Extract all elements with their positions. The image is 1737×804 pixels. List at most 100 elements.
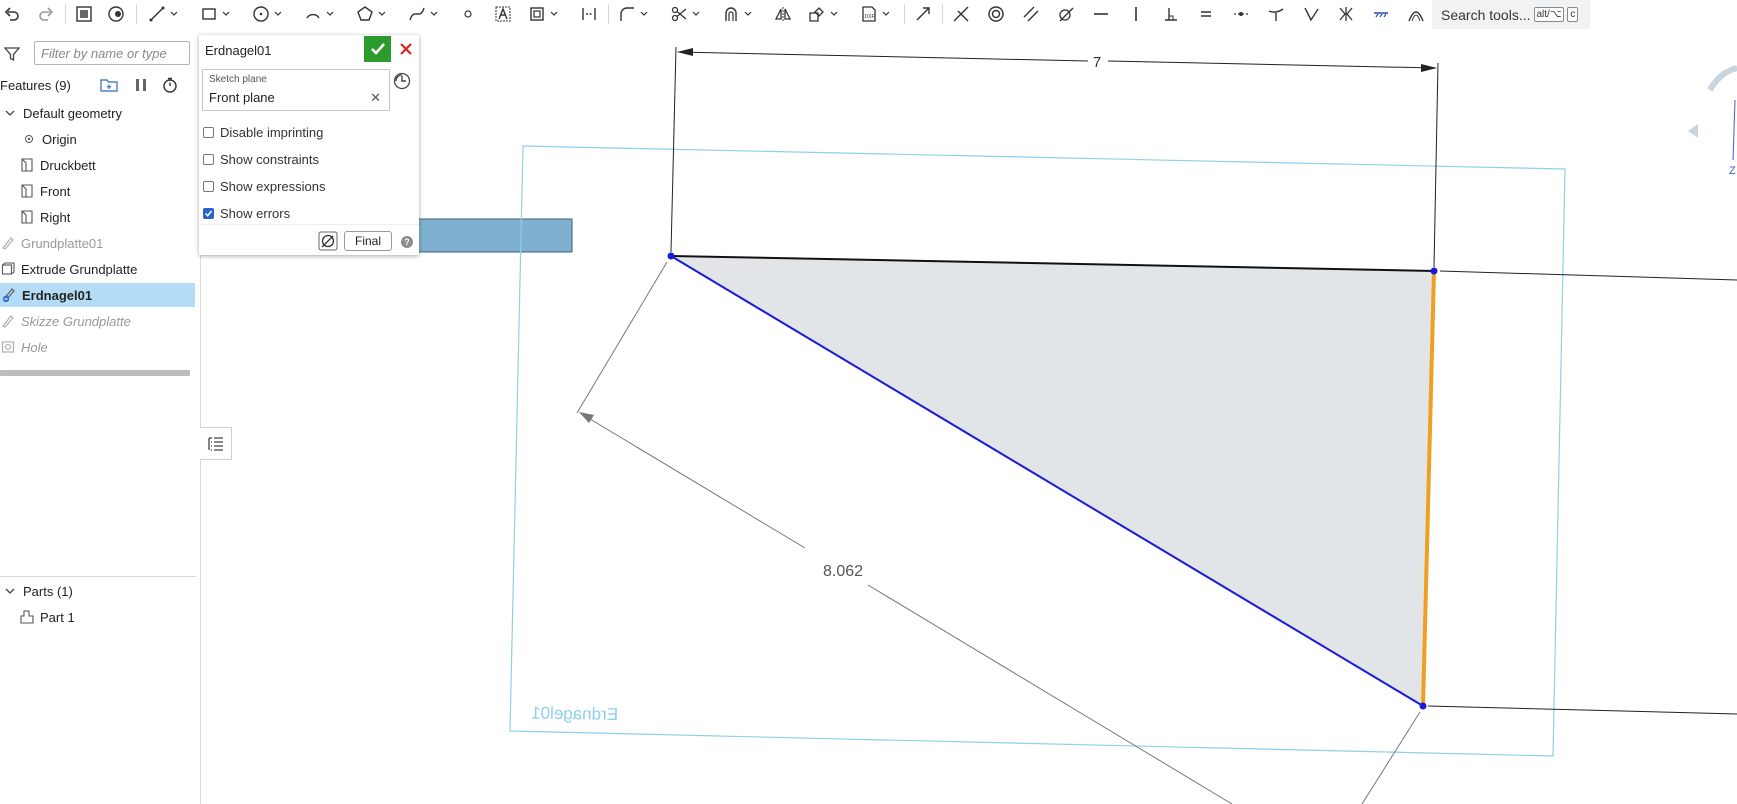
pause-icon[interactable] <box>134 78 148 92</box>
arc-tool-icon[interactable] <box>302 3 334 25</box>
trim-tool-icon[interactable] <box>668 3 700 25</box>
line-tool-icon[interactable] <box>146 3 178 25</box>
cancel-button[interactable] <box>396 38 416 60</box>
fix-constraint-icon[interactable] <box>1370 3 1392 25</box>
point-tool-icon[interactable] <box>458 3 478 25</box>
accept-button[interactable] <box>364 36 391 62</box>
option-label: Disable imprinting <box>220 124 324 140</box>
tree-item-extrude-grundplatte[interactable]: Extrude Grundplatte <box>1 257 137 281</box>
option-show-expressions[interactable]: Show expressions <box>203 177 326 195</box>
tree-item-grundplatte01[interactable]: Grundplatte01 <box>1 231 103 255</box>
tree-item-hole[interactable]: Hole <box>1 335 48 359</box>
construction-icon[interactable] <box>578 3 600 25</box>
pierce-constraint-icon[interactable] <box>1300 3 1322 25</box>
view-cube-arrow-icon[interactable] <box>1707 65 1737 92</box>
option-show-constraints[interactable]: Show constraints <box>203 150 319 168</box>
filter-input[interactable] <box>34 41 190 65</box>
construction-line-right-bottom[interactable] <box>1427 705 1737 715</box>
dialog-footer-divider <box>199 224 419 225</box>
sketch-point-bottom[interactable] <box>1419 702 1427 710</box>
tree-item-front[interactable]: Front <box>20 179 70 203</box>
sketch-name-field[interactable]: Erdnagel01 <box>205 40 360 62</box>
dimension-value-top[interactable]: 7 <box>1093 54 1101 71</box>
history-icon[interactable] <box>393 72 411 90</box>
insert-image-icon[interactable] <box>526 3 558 25</box>
parts-header[interactable]: Parts (1) <box>3 579 73 603</box>
horizontal-constraint-icon[interactable] <box>1090 3 1112 25</box>
help-icon[interactable]: ? <box>401 236 413 248</box>
extrude-icon <box>1 262 15 276</box>
checkbox-checked[interactable] <box>203 207 214 219</box>
rectangle-tool-icon[interactable] <box>198 3 230 25</box>
checkbox[interactable] <box>203 180 214 192</box>
checkbox[interactable] <box>203 153 214 165</box>
vertical-constraint-icon[interactable] <box>1125 3 1147 25</box>
tree-item-right[interactable]: Right <box>20 205 70 229</box>
final-button[interactable]: Final <box>344 231 392 251</box>
symmetric-constraint-icon[interactable] <box>1335 3 1357 25</box>
text-tool-icon[interactable] <box>492 3 514 25</box>
search-tools-button[interactable]: Search tools... alt/⌥ c <box>1432 0 1590 29</box>
feature-list-scrollbar[interactable] <box>0 370 190 376</box>
chevron-down-icon[interactable] <box>3 584 17 598</box>
coincident-constraint-icon[interactable] <box>950 3 972 25</box>
transform-tool-icon[interactable] <box>806 3 838 25</box>
check-icon <box>370 43 385 55</box>
chevron-down-icon[interactable] <box>3 106 17 120</box>
mirror-tool-icon[interactable] <box>772 3 794 25</box>
sketch-feature-dialog: Erdnagel01 <box>199 35 419 255</box>
features-header[interactable]: Features (9) <box>0 73 71 97</box>
new-sketch-icon[interactable] <box>74 3 94 25</box>
undo-icon[interactable] <box>2 3 22 25</box>
midpoint-constraint-icon[interactable] <box>1230 3 1252 25</box>
equal-constraint-icon[interactable] <box>1195 3 1217 25</box>
fillet-tool-icon[interactable] <box>616 3 648 25</box>
part-item-part1[interactable]: Part 1 <box>20 605 75 629</box>
sketch-edit-icon <box>2 288 16 302</box>
dimension-value-diagonal[interactable]: 8.062 <box>823 563 863 580</box>
sketch-plane-selector[interactable]: Sketch plane Front plane ✕ <box>202 69 390 111</box>
tree-item-erdnagel01[interactable]: Erdnagel01 <box>0 283 195 307</box>
sketch-point-top-left[interactable] <box>667 252 675 260</box>
concentric-constraint-icon[interactable] <box>985 3 1007 25</box>
parallel-constraint-icon[interactable] <box>1020 3 1042 25</box>
perpendicular-constraint-icon[interactable] <box>1160 3 1182 25</box>
filter-icon[interactable] <box>3 46 21 62</box>
tangent-constraint-icon[interactable] <box>1055 3 1077 25</box>
normal-constraint-icon[interactable] <box>1265 3 1287 25</box>
extruded-part-edge[interactable] <box>399 218 573 253</box>
stopwatch-icon[interactable] <box>162 77 178 93</box>
dxf-import-icon[interactable]: DXF <box>858 3 890 25</box>
sketch-pencil-icon <box>1 236 15 250</box>
sketch-point-top-right[interactable] <box>1430 267 1438 275</box>
tree-item-origin[interactable]: Origin <box>22 127 77 151</box>
construction-line-right-top[interactable] <box>1439 270 1737 281</box>
plane-icon <box>20 210 34 224</box>
sketch-solve-icon[interactable] <box>318 231 338 251</box>
tree-item-default-geometry[interactable]: Default geometry <box>3 101 122 125</box>
parts-header-label: Parts (1) <box>23 583 73 599</box>
view-cube-left-arrow-icon[interactable] <box>1688 124 1698 138</box>
tree-item-druckbett[interactable]: Druckbett <box>20 153 96 177</box>
spline-tool-icon[interactable] <box>406 3 438 25</box>
curvature-constraint-icon[interactable] <box>1405 3 1427 25</box>
panel-divider[interactable] <box>0 576 196 577</box>
tree-item-label: Extrude Grundplatte <box>21 261 138 277</box>
checkbox[interactable] <box>203 126 214 138</box>
add-folder-icon[interactable] <box>100 77 118 93</box>
tree-item-label: Origin <box>42 131 77 147</box>
option-show-errors[interactable]: Show errors <box>203 204 290 222</box>
feature-pattern-icon[interactable] <box>106 3 126 25</box>
redo-icon[interactable] <box>36 3 56 25</box>
use-project-icon[interactable] <box>912 3 934 25</box>
polygon-tool-icon[interactable] <box>354 3 386 25</box>
offset-tool-icon[interactable] <box>720 3 752 25</box>
tree-item-skizze-grundplatte[interactable]: Skizze Grundplatte <box>1 309 131 333</box>
view-cube-edge[interactable] <box>1732 99 1736 161</box>
circle-tool-icon[interactable] <box>250 3 282 25</box>
dimension-arrow-right <box>1421 64 1437 72</box>
option-disable-imprinting[interactable]: Disable imprinting <box>203 123 323 141</box>
list-toggle-button[interactable] <box>200 427 232 460</box>
clear-selection-icon[interactable]: ✕ <box>370 90 381 106</box>
dimension-extension-right <box>1433 62 1439 268</box>
